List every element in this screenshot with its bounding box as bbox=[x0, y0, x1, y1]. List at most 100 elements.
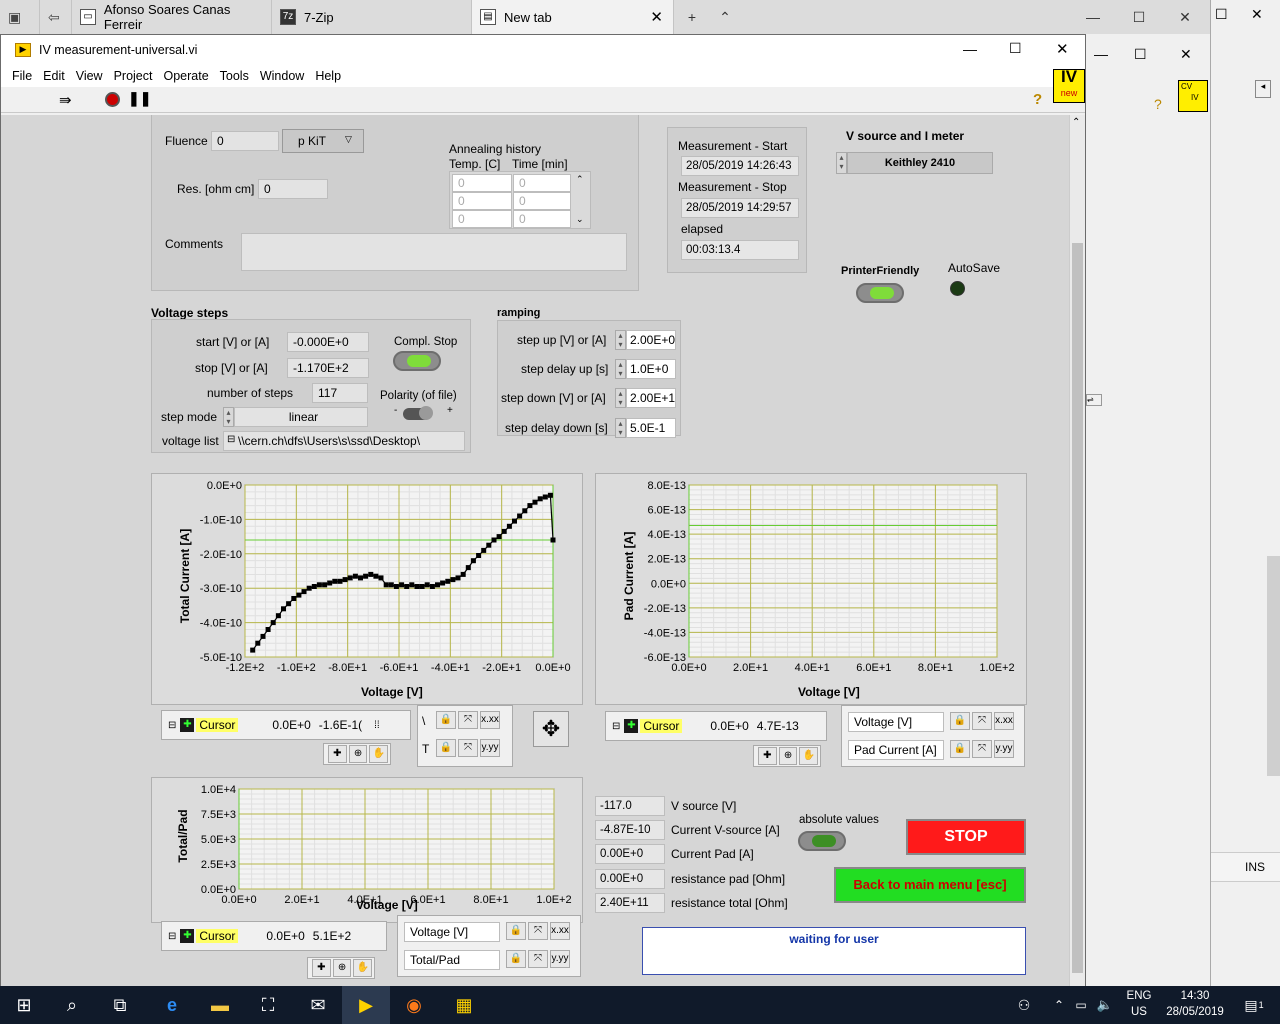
scrollbar-thumb[interactable] bbox=[1072, 243, 1083, 973]
cursor-icon[interactable]: ✚ bbox=[180, 929, 195, 943]
crosshair-icon[interactable]: ✚ bbox=[328, 745, 347, 763]
delay-down-spinner[interactable]: ▴ ▾ bbox=[615, 418, 626, 438]
autoscale-y-icon[interactable]: ⤧ bbox=[972, 740, 992, 758]
step-mode-select[interactable]: linear bbox=[234, 407, 368, 427]
cursor-icon[interactable]: ✚ bbox=[624, 719, 639, 733]
scroll-up-icon[interactable]: ⌃ bbox=[1072, 117, 1080, 128]
browser-minimize-button[interactable]: — bbox=[1070, 0, 1116, 34]
step-mode-spinner[interactable]: ▴ ▾ bbox=[223, 407, 234, 427]
annealing-cell[interactable]: 0 bbox=[452, 174, 512, 192]
format-y-icon[interactable]: y.yy bbox=[480, 739, 500, 757]
fluence-unit-dropdown[interactable]: p KiT ▽ bbox=[282, 129, 364, 153]
autoscale-x-icon[interactable]: ⤧ bbox=[528, 922, 548, 940]
format-x-icon[interactable]: x.xx bbox=[480, 711, 500, 729]
pan-icon[interactable]: ✋ bbox=[369, 745, 389, 763]
stop-button[interactable]: STOP bbox=[906, 819, 1026, 855]
num-steps-input[interactable]: 117 bbox=[312, 383, 368, 403]
cursor-name[interactable]: Cursor bbox=[196, 718, 239, 732]
help-icon[interactable]: ? bbox=[1033, 91, 1042, 108]
file-explorer-button[interactable]: ▬ bbox=[196, 986, 244, 1024]
lock-icon[interactable]: 🔒 bbox=[506, 922, 526, 940]
back-to-main-menu-button[interactable]: Back to main menu [esc] bbox=[834, 867, 1026, 903]
help-icon[interactable]: ? bbox=[1154, 96, 1162, 112]
vertical-scrollbar[interactable]: ⌃ bbox=[1069, 115, 1085, 987]
comments-input[interactable] bbox=[241, 233, 627, 271]
expand-icon[interactable]: ⊟ bbox=[612, 721, 620, 732]
zoom-icon[interactable]: ⊕ bbox=[778, 747, 798, 765]
cursor-name[interactable]: Cursor bbox=[640, 719, 683, 733]
source-select[interactable]: Keithley 2410 bbox=[847, 152, 993, 174]
step-up-input[interactable]: 2.00E+0 bbox=[626, 330, 676, 350]
scroll-up-icon[interactable]: ⌃ bbox=[576, 174, 584, 185]
fluence-input[interactable]: 0 bbox=[211, 131, 279, 151]
stop-input[interactable]: -1.170E+2 bbox=[287, 358, 369, 378]
menu-tools[interactable]: Tools bbox=[220, 69, 249, 83]
people-button[interactable]: ⚇ bbox=[1002, 986, 1046, 1024]
splitter-handle[interactable]: ⇌ bbox=[1086, 394, 1102, 406]
delay-down-input[interactable]: 5.0E-1 bbox=[626, 418, 676, 438]
pan-icon[interactable]: ✋ bbox=[799, 747, 819, 765]
browser-close-button[interactable]: ✕ bbox=[1162, 0, 1208, 34]
voltage-list-path[interactable]: \\cern.ch\dfs\Users\s\ssd\Desktop\ bbox=[223, 431, 465, 451]
chart-app-button[interactable]: ▦ bbox=[440, 986, 488, 1024]
tab-new-tab[interactable]: ▤ New tab ✕ bbox=[472, 0, 674, 34]
language-indicator[interactable]: ENG US bbox=[1122, 988, 1156, 1020]
annealing-cell[interactable]: 0 bbox=[513, 210, 571, 228]
tab-afonso[interactable]: ▭ Afonso Soares Canas Ferreir bbox=[72, 0, 272, 34]
crosshair-icon[interactable]: ✚ bbox=[758, 747, 777, 765]
scroll-left-icon[interactable]: ◂ bbox=[1255, 80, 1271, 98]
powerpoint-button[interactable]: ◉ bbox=[390, 986, 438, 1024]
run-continuously-icon[interactable]: ⇛ bbox=[59, 91, 72, 109]
network-button[interactable]: ▭ bbox=[1070, 986, 1092, 1024]
menu-operate[interactable]: Operate bbox=[163, 69, 208, 83]
browser-maximize-button[interactable]: ☐ bbox=[1116, 0, 1162, 34]
polarity-switch[interactable] bbox=[403, 406, 433, 420]
format-x-icon[interactable]: x.xx bbox=[994, 712, 1014, 730]
zoom-icon[interactable]: ⊕ bbox=[348, 745, 368, 763]
format-x-icon[interactable]: x.xx bbox=[550, 922, 570, 940]
minimize-icon[interactable]: — bbox=[1094, 46, 1108, 62]
close-icon[interactable]: ✕ bbox=[1180, 46, 1192, 63]
zoom-icon[interactable]: ⊕ bbox=[332, 959, 352, 977]
menu-view[interactable]: View bbox=[76, 69, 103, 83]
edge-button[interactable]: e bbox=[148, 986, 196, 1024]
cursor-movement-icon[interactable]: ⁞⁞ bbox=[374, 720, 380, 731]
format-y-icon[interactable]: y.yy bbox=[550, 950, 570, 968]
menu-project[interactable]: Project bbox=[114, 69, 153, 83]
expand-icon[interactable]: ⊟ bbox=[168, 720, 176, 731]
pause-icon[interactable]: ❚❚ bbox=[128, 90, 151, 107]
menu-edit[interactable]: Edit bbox=[43, 69, 65, 83]
menu-file[interactable]: File bbox=[12, 69, 32, 83]
pan-icon[interactable]: ✋ bbox=[353, 959, 373, 977]
lock-icon[interactable]: 🔒 bbox=[950, 740, 970, 758]
res-input[interactable]: 0 bbox=[258, 179, 328, 199]
step-up-spinner[interactable]: ▴ ▾ bbox=[615, 330, 626, 350]
maximize-icon[interactable]: ☐ bbox=[1009, 40, 1022, 57]
maximize-icon[interactable]: ☐ bbox=[1134, 46, 1147, 63]
expand-icon[interactable]: ⊟ bbox=[168, 931, 176, 942]
scroll-down-icon[interactable]: ⌄ bbox=[576, 214, 584, 225]
new-tab-button[interactable]: + bbox=[674, 0, 710, 34]
minimize-icon[interactable]: — bbox=[963, 41, 977, 57]
start-input[interactable]: -0.000E+0 bbox=[287, 332, 369, 352]
lock-icon[interactable]: 🔒 bbox=[950, 712, 970, 730]
tab-7zip[interactable]: 7z 7-Zip bbox=[272, 0, 472, 34]
tray-expand-button[interactable]: ⌃ bbox=[1048, 986, 1070, 1024]
delay-up-spinner[interactable]: ▴ ▾ bbox=[615, 359, 626, 379]
autoscale-y-icon[interactable]: ⤧ bbox=[528, 950, 548, 968]
lock-icon[interactable]: 🔒 bbox=[436, 739, 456, 757]
printer-friendly-toggle[interactable] bbox=[856, 283, 904, 303]
volume-button[interactable]: 🔈 bbox=[1092, 986, 1118, 1024]
menu-help[interactable]: Help bbox=[315, 69, 341, 83]
show-tabs-button[interactable]: ⌃ bbox=[710, 0, 740, 34]
task-view-button[interactable]: ⧉ bbox=[96, 986, 144, 1024]
absolute-values-toggle[interactable] bbox=[798, 831, 846, 851]
store-button[interactable]: ⛶ bbox=[244, 986, 292, 1024]
autoscale-x-icon[interactable]: ⤧ bbox=[458, 711, 478, 729]
close-tab-icon[interactable]: ✕ bbox=[650, 8, 663, 26]
menu-window[interactable]: Window bbox=[260, 69, 304, 83]
lock-icon[interactable]: 🔒 bbox=[436, 711, 456, 729]
browse-icon[interactable]: ⊟ bbox=[227, 434, 235, 445]
autoscale-x-icon[interactable]: ⤧ bbox=[972, 712, 992, 730]
autoscale-y-icon[interactable]: ⤧ bbox=[458, 739, 478, 757]
